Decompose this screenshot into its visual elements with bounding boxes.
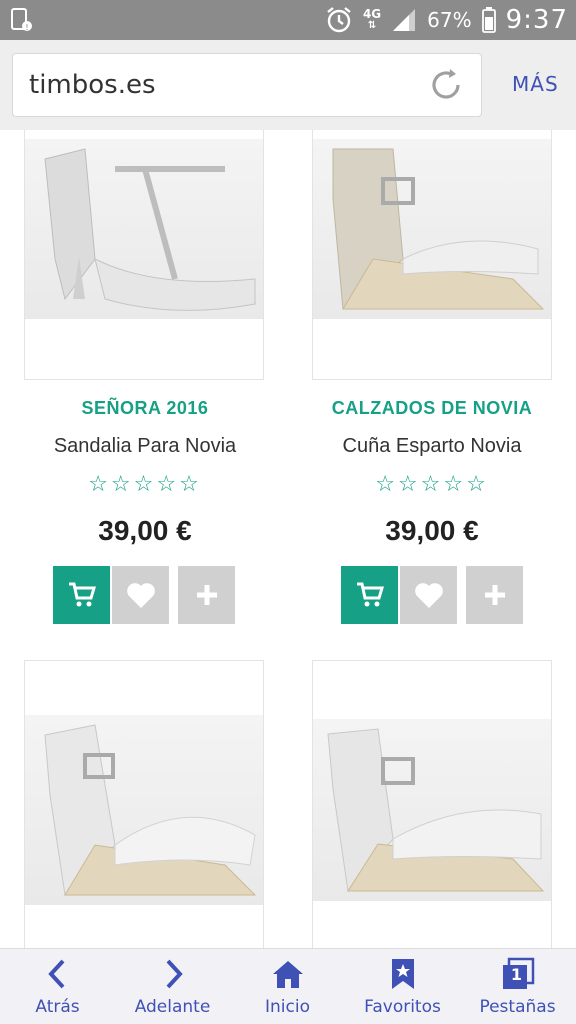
wedge-image [332,148,545,310]
compare-button[interactable] [466,566,523,624]
forward-label: Adelante [134,997,211,1017]
wishlist-button[interactable] [112,566,169,624]
home-label: Inicio [265,997,310,1017]
product-name[interactable]: Cuña Esparto Novia [287,435,576,458]
product-price: 39,00 € [98,515,192,546]
sandal-image [44,148,256,311]
signal-icon [393,9,416,31]
product-category[interactable]: SEÑORA 2016 [0,398,290,419]
heart-icon [414,583,443,608]
cart-icon [356,582,384,607]
plus-icon [484,585,505,605]
product-grid: SEÑORA 2016 Sandalia Para Novia ☆☆☆☆☆ 39… [0,130,576,948]
product-image-card[interactable] [312,660,552,948]
network-type-indicator: 4G ⇅ [362,7,382,31]
tabs-button[interactable]: 1 Pestañas [460,949,575,1024]
product-category[interactable]: CALZADOS DE NOVIA [287,398,576,419]
reload-icon[interactable] [429,68,463,102]
chevron-left-icon [47,959,64,989]
product-photo [25,139,263,319]
wishlist-button[interactable] [400,566,457,624]
heart-icon [126,583,155,608]
product-photo [313,719,551,901]
battery-icon [481,7,496,33]
add-to-cart-button[interactable] [341,566,398,624]
compare-button[interactable] [178,566,235,624]
more-button[interactable]: MÁS [512,72,559,96]
lace-wedge-image [44,724,257,897]
clock: 9:37 [505,5,568,35]
bookmark-star-icon [391,959,414,989]
home-button[interactable]: Inicio [230,949,345,1024]
product-image-card[interactable] [24,130,264,380]
product-photo [25,715,263,905]
product-image-card[interactable] [312,130,552,380]
product-rating: ☆☆☆☆☆ [375,472,489,497]
home-icon [272,961,303,988]
favorites-label: Favoritos [364,997,441,1017]
status-bar: ! 4G ⇅ 67% 9:37 [0,0,576,40]
forward-button[interactable]: Adelante [115,949,230,1024]
product-image-card[interactable] [24,660,264,948]
url-text: timbos.es [29,70,156,100]
add-to-cart-button[interactable] [53,566,110,624]
browser-toolbar: timbos.es MÁS [0,40,576,130]
battery-percent: 67% [427,8,472,32]
favorites-button[interactable]: Favoritos [345,949,460,1024]
product-price: 39,00 € [385,515,479,546]
browser-bottom-nav: Atrás Adelante Inicio Favoritos 1 Pestañ… [0,948,576,1024]
back-label: Atrás [35,997,80,1017]
product-name[interactable]: Sandalia Para Novia [0,435,290,458]
lace-wedge-image [327,728,545,893]
product-photo [313,139,551,319]
tab-count: 1 [510,965,522,984]
svg-text:!: ! [25,23,28,32]
url-field[interactable]: timbos.es [12,53,482,117]
product-rating: ☆☆☆☆☆ [88,472,202,497]
cart-icon [68,582,96,607]
notification-icon: ! [11,8,32,32]
alarm-icon [327,7,351,33]
plus-icon [196,585,217,605]
back-button[interactable]: Atrás [0,949,115,1024]
chevron-right-icon [166,959,183,989]
tabs-label: Pestañas [479,997,556,1017]
